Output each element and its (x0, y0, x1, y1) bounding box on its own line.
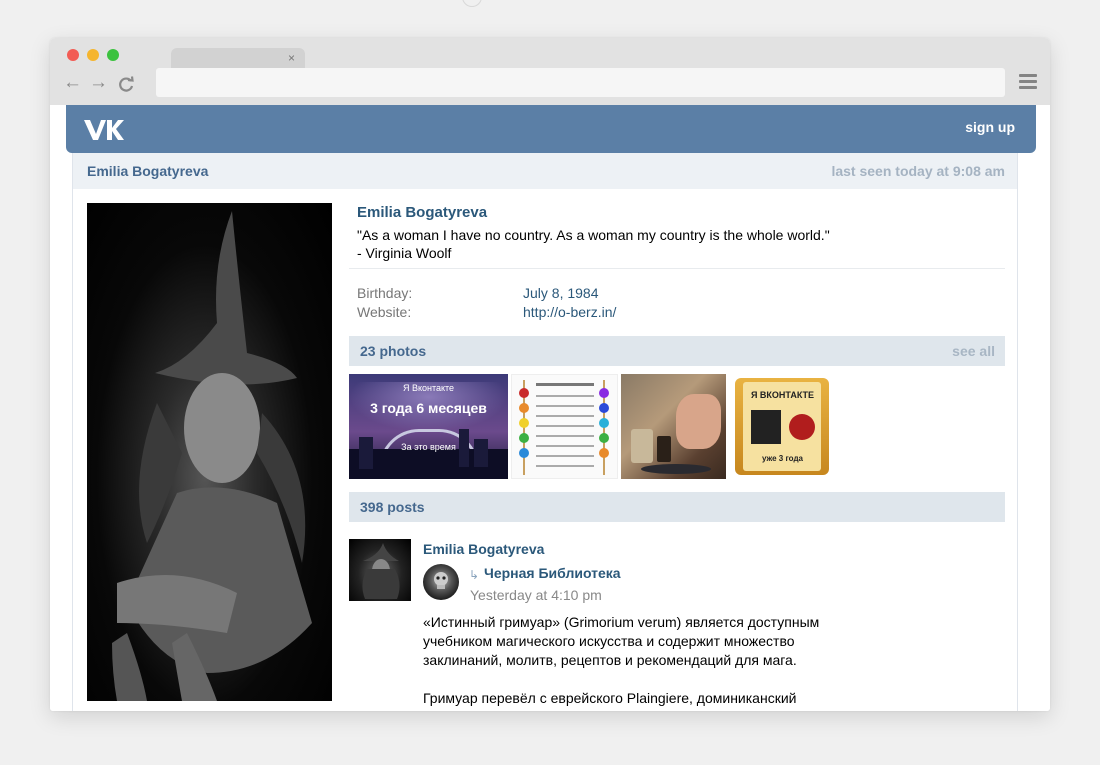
last-seen-status: last seen today at 9:08 am (831, 163, 1005, 179)
profile-bar-name: Emilia Bogatyreva (87, 163, 209, 179)
profile-status-quote: "As a woman I have no country. As a woma… (357, 226, 997, 262)
birthday-row: Birthday: July 8, 1984 (357, 285, 599, 301)
posts-section-header[interactable]: 398 posts (349, 492, 1005, 522)
post-author-name[interactable]: Emilia Bogatyreva (423, 541, 544, 557)
quote-line: "As a woman I have no country. As a woma… (357, 227, 830, 243)
photo-thumbnail[interactable]: Я ВКОНТАКТЕ уже 3 года (729, 374, 836, 479)
profile-top-bar: Emilia Bogatyreva last seen today at 9:0… (73, 153, 1017, 189)
close-window-button[interactable] (67, 49, 79, 61)
photo-thumbnail[interactable] (511, 374, 618, 479)
profile-name[interactable]: Emilia Bogatyreva (357, 204, 487, 221)
browser-chrome: × ← → (50, 38, 1050, 105)
birthday-label: Birthday: (357, 285, 413, 301)
photo-thumbnail[interactable] (621, 374, 726, 479)
photo-caption: За это время (401, 442, 456, 452)
profile-avatar[interactable] (87, 203, 332, 701)
hamburger-menu-icon[interactable] (1019, 74, 1037, 90)
repost-icon: ↳ (469, 568, 480, 582)
post-timestamp[interactable]: Yesterday at 4:10 pm (470, 587, 602, 603)
sign-up-link[interactable]: sign up (965, 119, 1015, 135)
photos-section-header[interactable]: 23 photos see all (349, 336, 1005, 366)
post-paragraph: «Истинный гримуар» (Grimorium verum) явл… (423, 614, 820, 668)
reload-icon[interactable] (118, 72, 134, 99)
info-divider (349, 268, 1005, 269)
quote-author: - Virginia Woolf (357, 245, 452, 261)
website-row: Website: http://o-berz.in/ (357, 304, 616, 320)
photo-caption: 3 года 6 месяцев (370, 400, 487, 416)
see-all-photos-link[interactable]: see all (952, 343, 995, 359)
photo-thumbnail[interactable]: Я Вконтакте 3 года 6 месяцев За это врем… (349, 374, 508, 479)
vk-header: sign up (66, 105, 1036, 153)
post-text: «Истинный гримуар» (Grimorium verum) явл… (423, 613, 843, 711)
profile-content: Emilia Bogatyreva last seen today at 9:0… (72, 153, 1018, 711)
photo-caption: Я Вконтакте (402, 383, 455, 393)
photos-count[interactable]: 23 photos (360, 343, 426, 359)
tab-close-icon[interactable]: × (288, 50, 295, 66)
website-label: Website: (357, 304, 412, 320)
maximize-window-button[interactable] (107, 49, 119, 61)
repost-source-name[interactable]: Черная Библиотека (484, 565, 621, 581)
back-arrow-icon[interactable]: ← (63, 72, 82, 94)
photo-caption: уже 3 года (762, 454, 803, 463)
post-paragraph: Гримуар перевёл с еврейского Plaingiere,… (423, 690, 797, 711)
website-link[interactable]: http://o-berz.in/ (523, 304, 616, 320)
top-decoration (462, 0, 482, 7)
birthday-value[interactable]: July 8, 1984 (523, 285, 599, 301)
address-bar[interactable] (156, 68, 1005, 97)
posts-count[interactable]: 398 posts (360, 499, 425, 515)
repost-source-avatar[interactable] (423, 564, 459, 600)
post-author-avatar[interactable] (349, 539, 411, 601)
browser-tab[interactable]: × (171, 48, 305, 68)
vk-logo[interactable] (82, 118, 124, 146)
vk-page: sign up Emilia Bogatyreva last seen toda… (50, 105, 1050, 711)
minimize-window-button[interactable] (87, 49, 99, 61)
photo-caption: Я ВКОНТАКТЕ (750, 390, 815, 400)
browser-window: × ← → sign up Emilia Bogatyreva last see… (50, 38, 1050, 711)
forward-arrow-icon[interactable]: → (89, 72, 108, 94)
